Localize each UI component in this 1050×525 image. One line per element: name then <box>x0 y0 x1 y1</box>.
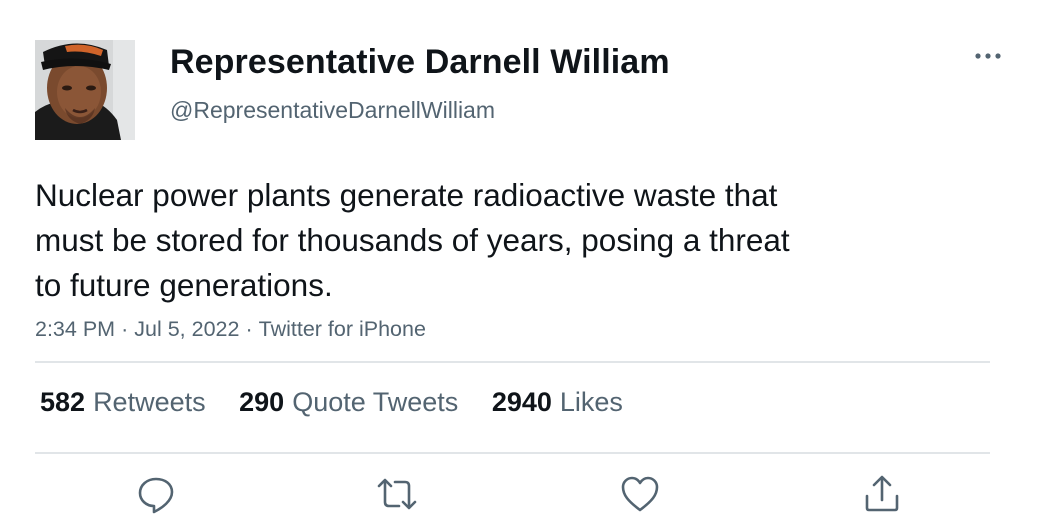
likes-stat[interactable]: 2940 Likes <box>492 387 623 418</box>
share-button[interactable] <box>860 472 904 516</box>
tweet-meta: 2:34 PM · Jul 5, 2022 · Twitter for iPhone <box>35 317 426 342</box>
tweet-stats: 582 Retweets 290 Quote Tweets 2940 Likes <box>40 387 649 418</box>
retweet-icon <box>377 478 417 510</box>
divider <box>35 361 990 363</box>
likes-count: 2940 <box>491 387 552 417</box>
meta-separator: · <box>245 317 253 341</box>
tweet-text-line: Nuclear power plants generate radioactiv… <box>35 177 778 213</box>
divider <box>35 452 990 454</box>
quote-tweets-stat[interactable]: 290 Quote Tweets <box>239 387 458 418</box>
tweet-card: Representative Darnell William @Represen… <box>0 0 1050 525</box>
likes-label: Likes <box>559 387 623 417</box>
tweet-text-line: must be stored for thousands of years, p… <box>35 222 790 258</box>
quote-tweets-count: 290 <box>239 387 285 417</box>
meta-separator: · <box>121 317 129 341</box>
profile-photo-icon <box>35 40 135 140</box>
more-icon <box>975 53 1001 59</box>
display-name[interactable]: Representative Darnell William <box>170 43 670 82</box>
like-icon <box>621 476 659 512</box>
reply-icon <box>138 477 174 514</box>
retweets-stat[interactable]: 582 Retweets <box>40 387 206 418</box>
tweet-source[interactable]: Twitter for iPhone <box>259 317 426 341</box>
more-options-button[interactable] <box>970 44 1006 68</box>
tweet-text: Nuclear power plants generate radioactiv… <box>35 173 935 308</box>
like-button[interactable] <box>618 472 662 516</box>
quote-tweets-label: Quote Tweets <box>292 387 459 417</box>
share-icon <box>865 475 899 512</box>
retweets-label: Retweets <box>93 387 206 417</box>
tweet-time[interactable]: 2:34 PM <box>35 317 115 341</box>
retweets-count: 582 <box>40 387 86 417</box>
retweet-button[interactable] <box>375 472 419 516</box>
reply-button[interactable] <box>134 472 178 516</box>
tweet-text-line: to future generations. <box>35 267 333 303</box>
avatar[interactable] <box>35 40 135 140</box>
user-handle[interactable]: @RepresentativeDarnellWilliam <box>170 97 495 124</box>
tweet-date[interactable]: Jul 5, 2022 <box>134 317 239 341</box>
